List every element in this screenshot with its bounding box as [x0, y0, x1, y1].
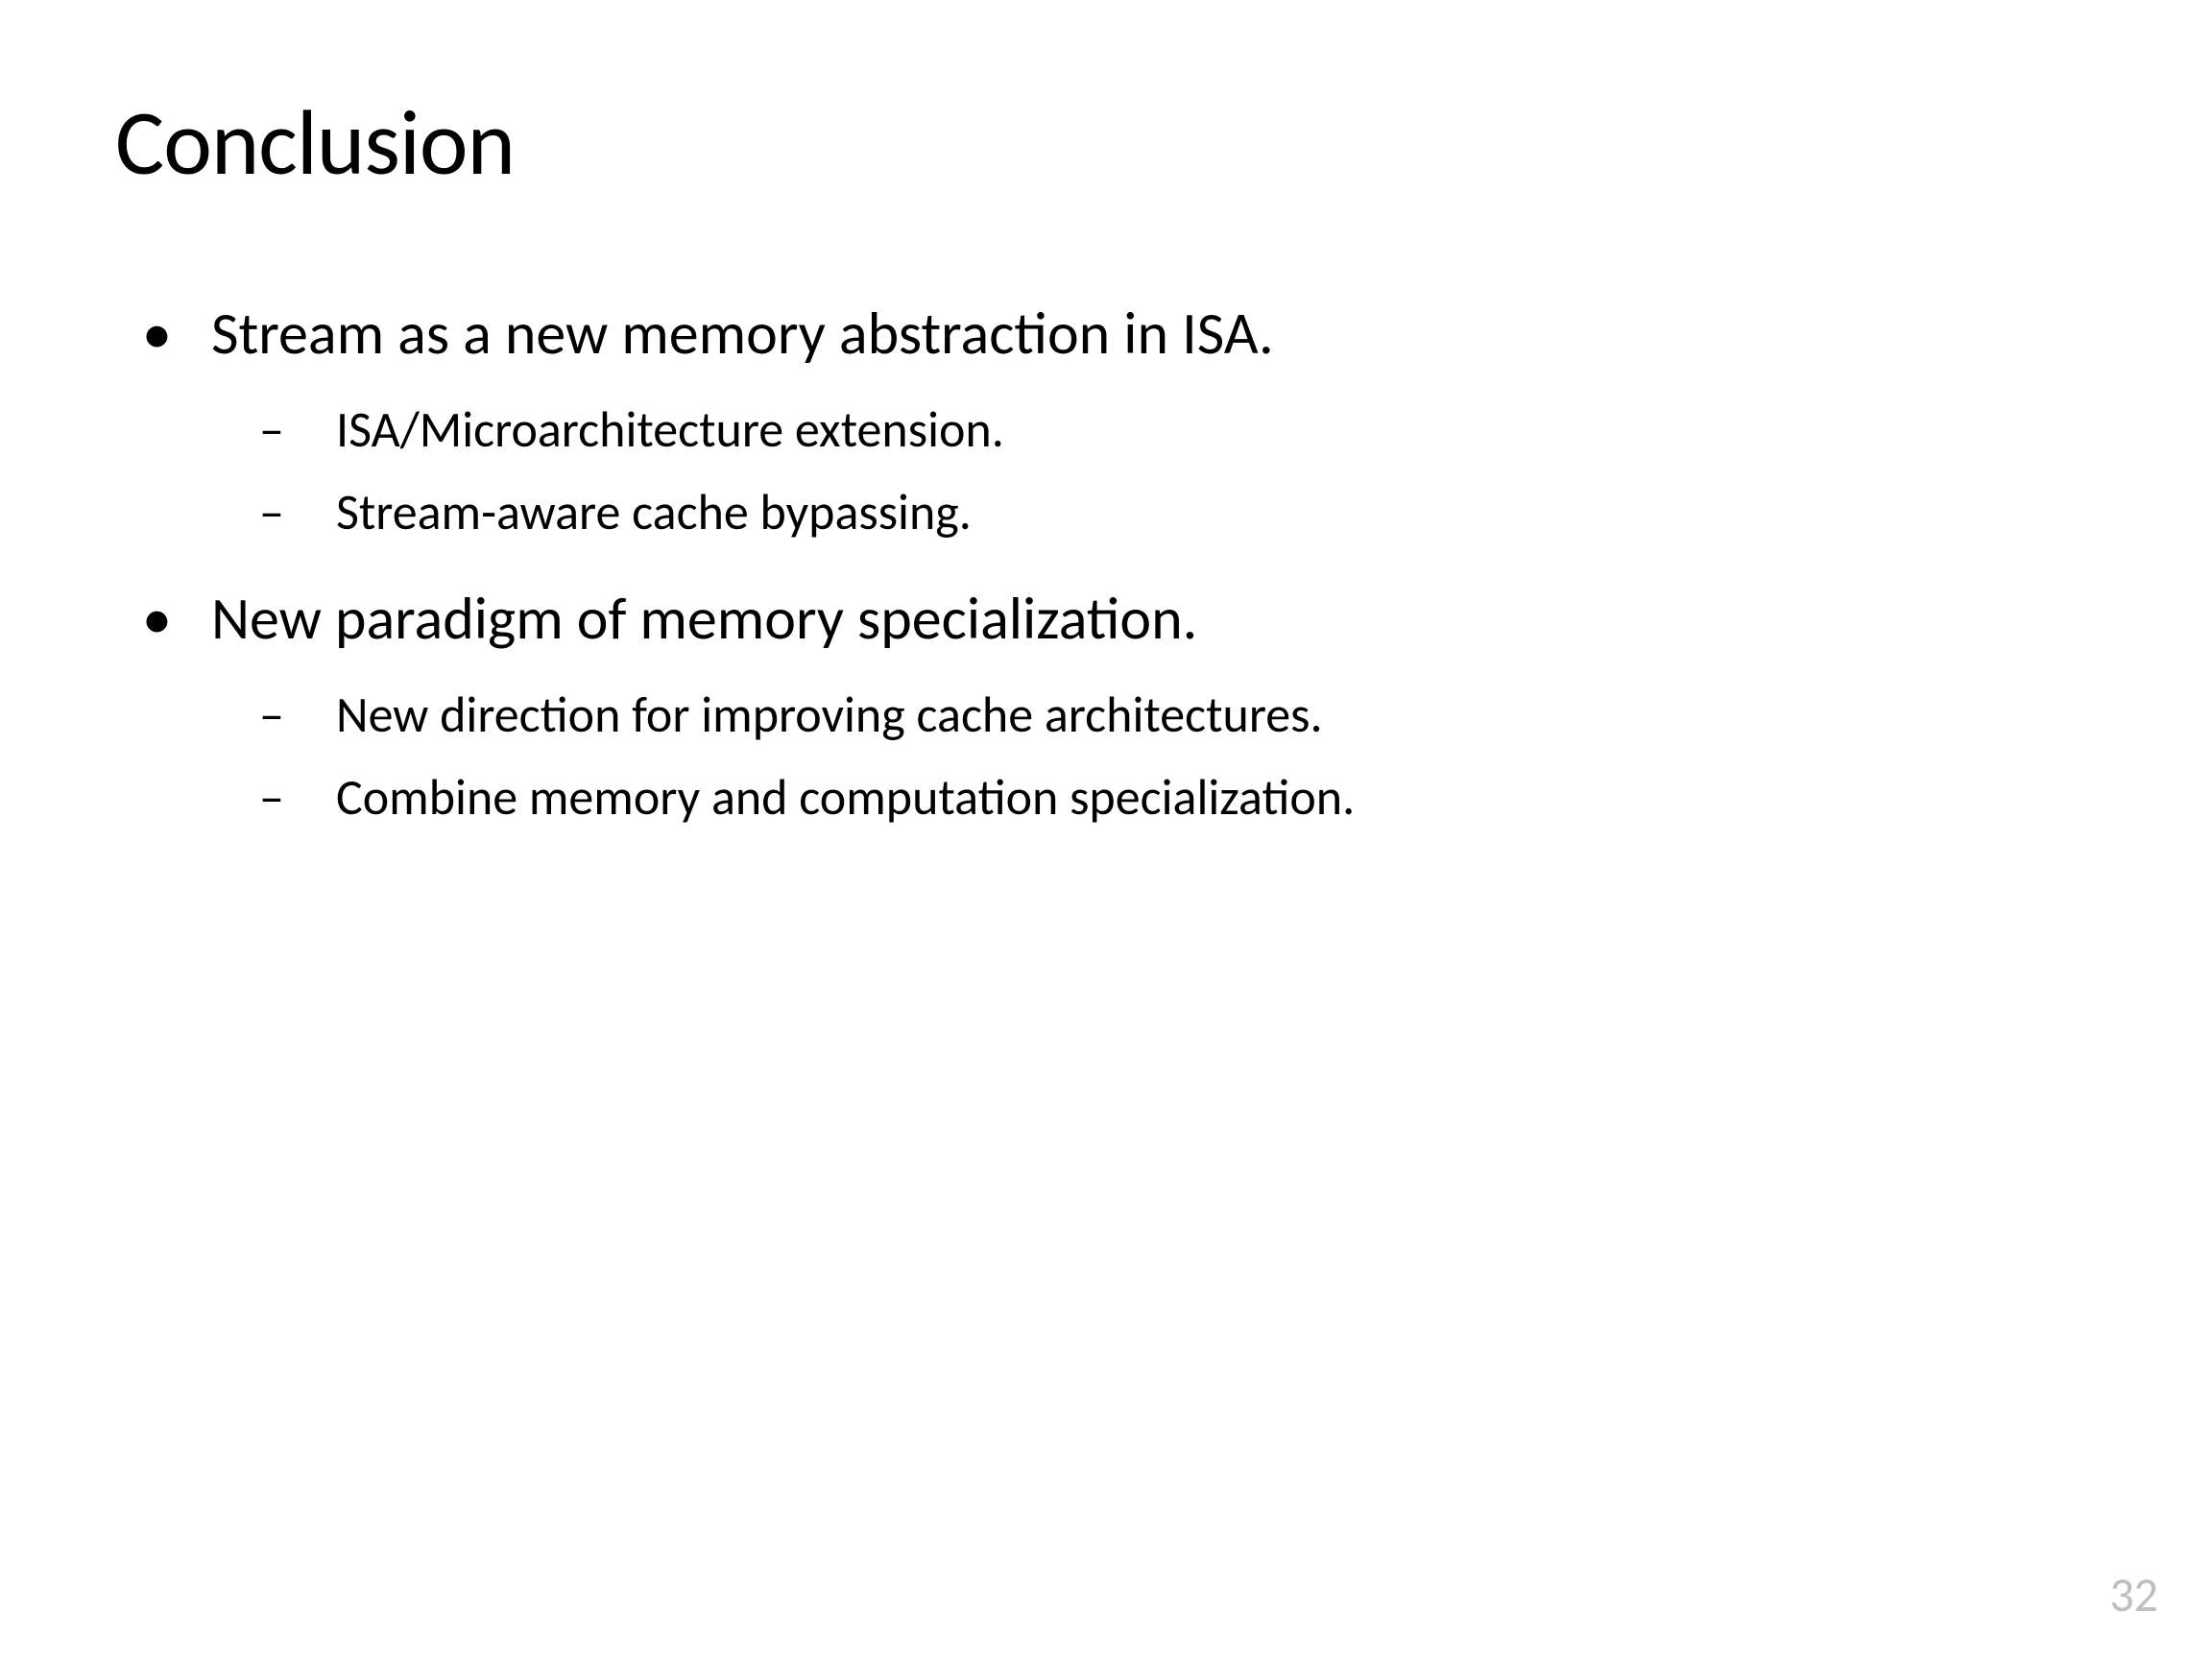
bullet-text: ISA/Microarchitecture extension.: [336, 396, 1004, 463]
bullet-text: Stream as a new memory abstraction in IS…: [211, 295, 1274, 373]
bullet-text: New paradigm of memory specialization.: [211, 580, 1197, 658]
slide-content: • Stream as a new memory abstraction in …: [115, 295, 2097, 830]
bullet-marker: •: [125, 295, 211, 373]
bullet-group-1: • Stream as a new memory abstraction in …: [125, 295, 2097, 545]
bullet-text: Combine memory and computation specializ…: [336, 763, 1355, 830]
slide-container: Conclusion • Stream as a new memory abst…: [0, 0, 2212, 1659]
bullet-marker: •: [125, 580, 211, 658]
bullet-level2: – ISA/Microarchitecture extension.: [125, 396, 2097, 463]
bullet-group-2: • New paradigm of memory specialization.…: [125, 580, 2097, 830]
bullet-level1: • Stream as a new memory abstraction in …: [125, 295, 2097, 373]
bullet-level2: – New direction for improving cache arch…: [125, 681, 2097, 748]
dash-marker: –: [250, 681, 336, 748]
dash-marker: –: [250, 396, 336, 463]
bullet-text: Stream-aware cache bypassing.: [336, 478, 972, 545]
bullet-level1: • New paradigm of memory specialization.: [125, 580, 2097, 658]
bullet-text: New direction for improving cache archit…: [336, 681, 1323, 748]
page-number: 32: [2109, 1566, 2158, 1624]
dash-marker: –: [250, 478, 336, 545]
dash-marker: –: [250, 763, 336, 830]
bullet-level2: – Combine memory and computation special…: [125, 763, 2097, 830]
slide-title: Conclusion: [115, 86, 2097, 199]
bullet-level2: – Stream-aware cache bypassing.: [125, 478, 2097, 545]
